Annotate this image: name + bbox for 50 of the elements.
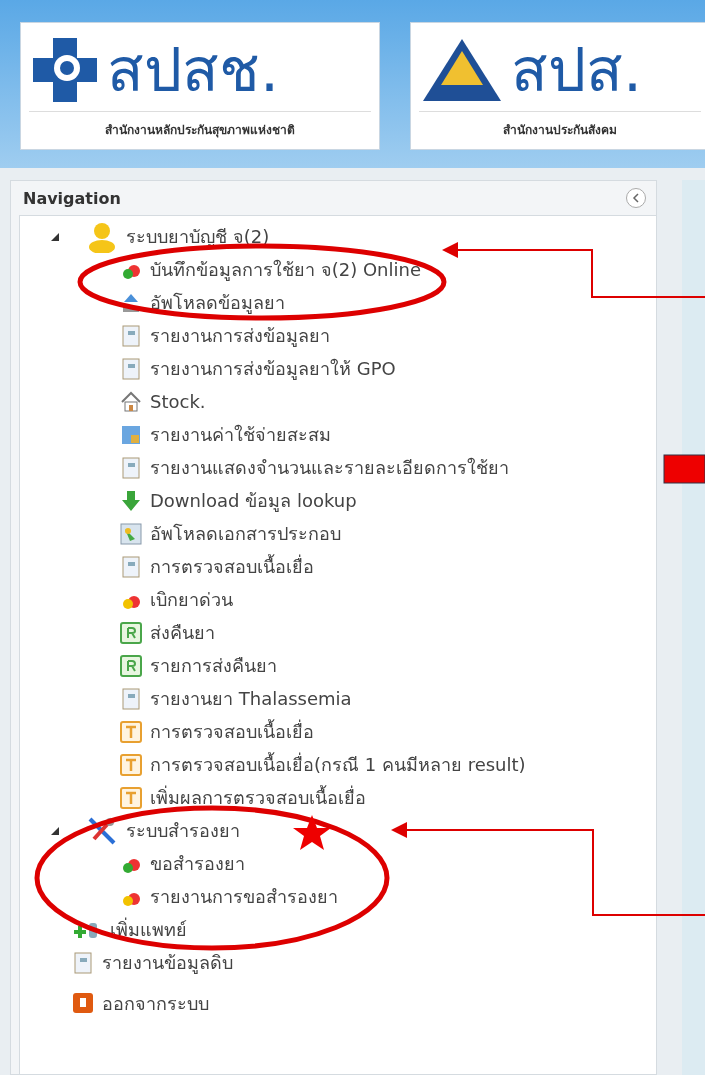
- document-icon: [120, 324, 142, 347]
- r-letter-icon: [120, 621, 142, 644]
- star-icon: [293, 815, 331, 850]
- nav-item[interactable]: บันทึกข้อมูลการใช้ยา จ(2) Online: [150, 255, 421, 284]
- nav-item[interactable]: Stock.: [150, 391, 206, 412]
- nav-item[interactable]: อัพโหลดเอกสารประกอบ: [150, 519, 341, 548]
- annotation-marker: [663, 454, 705, 484]
- nav-item[interactable]: Download ข้อมูล lookup: [150, 486, 357, 515]
- nav-item[interactable]: รายงานการขอสำรองยา: [150, 882, 338, 911]
- nav-item[interactable]: เพิ่มผลการตรวจสอบเนื้อเยื่อ: [150, 783, 366, 812]
- nav-item[interactable]: การตรวจสอบเนื้อเยื่อ: [150, 717, 314, 746]
- logo-subtitle: สำนักงานหลักประกันสุขภาพแห่งชาติ: [104, 122, 296, 139]
- document-icon: [72, 951, 94, 974]
- nav-item[interactable]: การตรวจสอบเนื้อเยื่อ: [150, 552, 314, 581]
- document-icon: [120, 456, 142, 479]
- nav-item[interactable]: รายงานการส่งข้อมูลยาให้ GPO: [150, 354, 396, 383]
- logo-text: สปสช.: [107, 40, 280, 100]
- panel-title: Navigation: [23, 188, 121, 208]
- document-icon: [120, 687, 142, 710]
- t-letter-icon: [120, 720, 142, 743]
- nav-item[interactable]: รายงานแสดงจำนวนและรายละเอียดการใช้ยา: [150, 453, 509, 482]
- nav-item[interactable]: รายงานข้อมูลดิบ: [102, 948, 233, 977]
- document-icon: [120, 357, 142, 380]
- user-icon: [86, 220, 118, 253]
- nav-item[interactable]: เพิ่มแพทย์: [110, 915, 187, 944]
- logo-subtitle: สำนักงานประกันสังคม: [502, 122, 618, 139]
- t-letter-icon: [120, 753, 142, 776]
- nav-item[interactable]: การตรวจสอบเนื้อเยื่อ(กรณี 1 คนมีหลาย result): [150, 750, 526, 779]
- chevron-left-icon: [632, 193, 640, 203]
- house-icon: [120, 390, 142, 413]
- exit-icon: [72, 992, 94, 1014]
- nav-item[interactable]: เบิกยาด่วน: [150, 585, 233, 614]
- nav-item[interactable]: รายการส่งคืนยา: [150, 651, 277, 680]
- download-icon: [120, 489, 142, 512]
- nav-item[interactable]: ส่งคืนยา: [150, 618, 215, 647]
- nav-item[interactable]: ออกจากระบบ: [102, 988, 209, 1018]
- t-letter-icon: [120, 786, 142, 809]
- nav-item[interactable]: รายงานการส่งข้อมูลยา: [150, 321, 330, 350]
- document-icon: [120, 555, 142, 578]
- image-icon: [120, 522, 142, 545]
- nav-item[interactable]: รายงานค่าใช้จ่ายสะสม: [150, 420, 331, 449]
- expand-toggle[interactable]: [50, 825, 60, 836]
- nav-item[interactable]: อัพโหลดข้อมูลยา: [150, 288, 285, 317]
- nav-item[interactable]: ขอสำรองยา: [150, 849, 245, 878]
- expand-toggle[interactable]: [50, 231, 60, 242]
- logo-text: สปส.: [511, 40, 643, 100]
- nav-item[interactable]: ระบบยาบัญชี จ(2): [126, 222, 270, 251]
- nav-item[interactable]: รายงานยา Thalassemia: [150, 684, 352, 713]
- r-letter-icon: [120, 654, 142, 677]
- nav-item[interactable]: ระบบสำรองยา: [126, 816, 240, 845]
